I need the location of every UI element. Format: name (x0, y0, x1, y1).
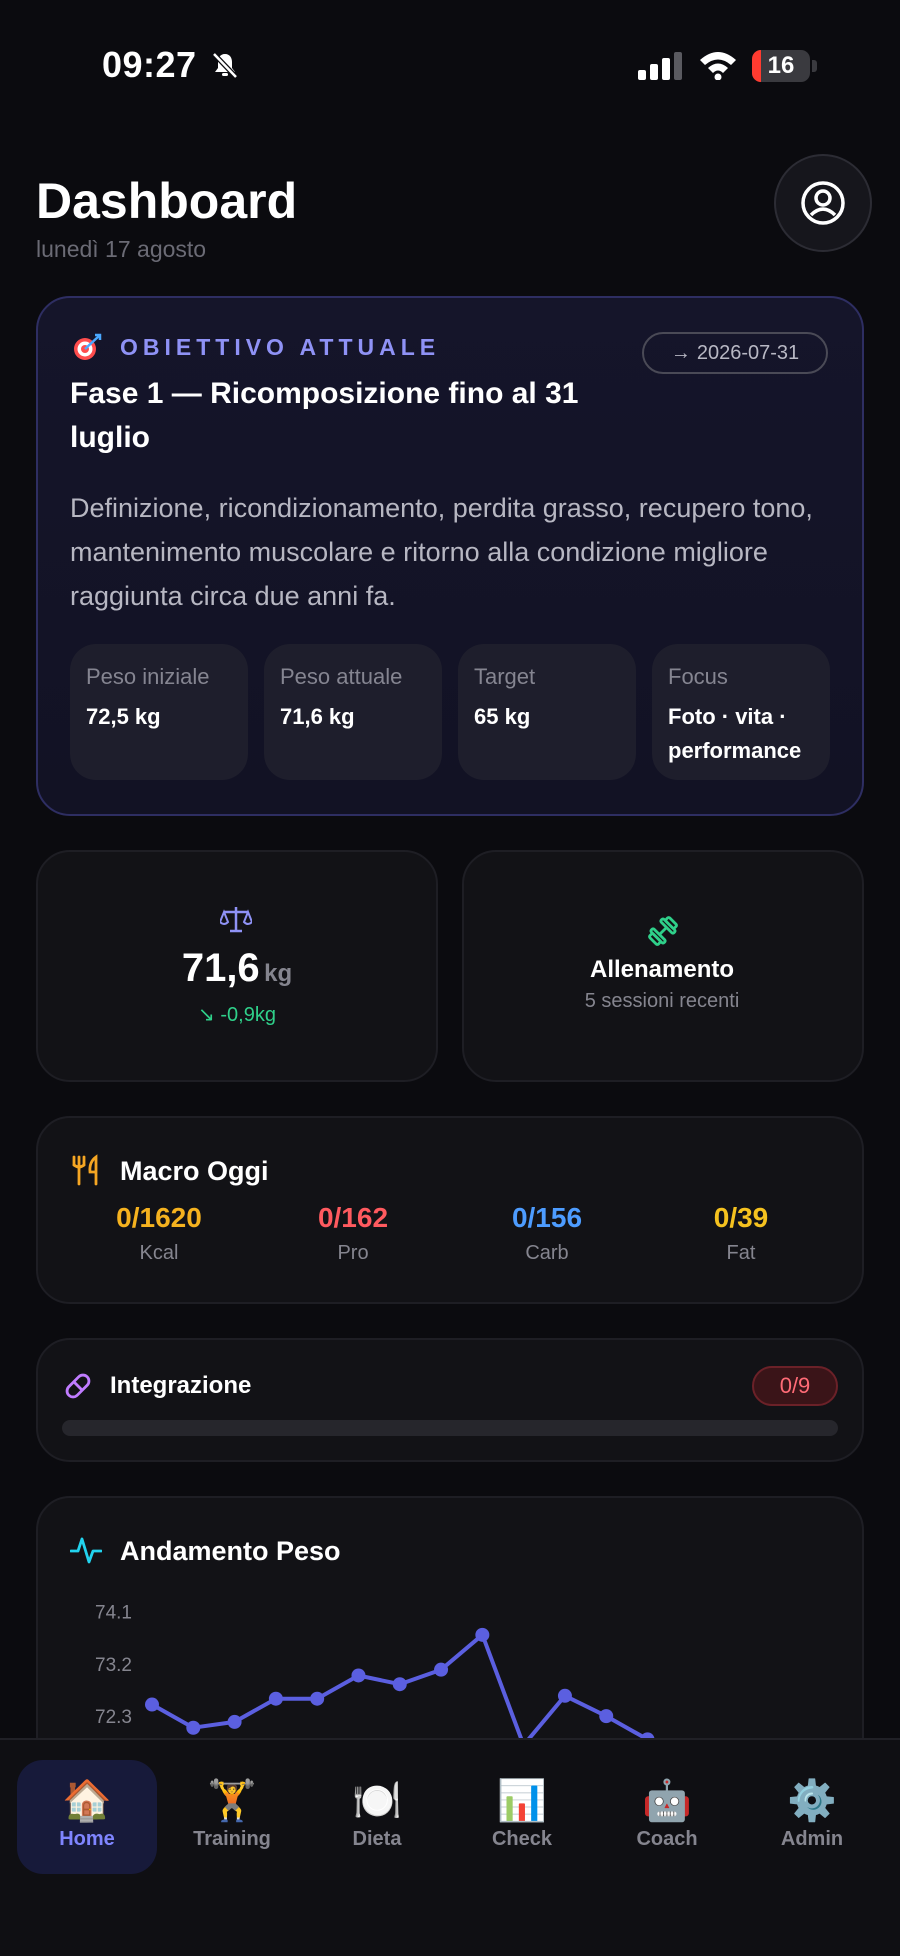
gear-icon: ⚙️ (787, 1779, 837, 1823)
data-point[interactable] (145, 1697, 159, 1712)
tab-dieta[interactable]: 🍽️ Dieta (307, 1760, 447, 1874)
data-point[interactable] (434, 1662, 449, 1677)
data-point[interactable] (186, 1720, 201, 1735)
tab-label: Admin (780, 1828, 844, 1850)
tab-training[interactable]: 🏋️ Training (162, 1760, 302, 1874)
tab-label: Check (491, 1828, 553, 1850)
chart-title: Andamento Peso (120, 1536, 341, 1566)
data-point[interactable] (310, 1691, 325, 1706)
y-tick-label: 72.3 (95, 1707, 132, 1728)
chart-clip: Andamento Peso 74.1 73.2 72.3 (0, 0, 900, 1738)
data-point[interactable] (392, 1677, 407, 1692)
data-point[interactable] (227, 1714, 242, 1729)
data-point[interactable] (599, 1709, 614, 1724)
tab-admin[interactable]: ⚙️ Admin (742, 1760, 882, 1874)
data-point[interactable] (268, 1691, 283, 1706)
bar-chart-icon: 📊 (497, 1779, 547, 1823)
data-point[interactable] (351, 1668, 366, 1683)
home-icon: 🏠 (62, 1779, 112, 1823)
y-tick-label: 74.1 (95, 1603, 132, 1624)
weightlifter-icon: 🏋️ (207, 1779, 257, 1823)
tab-bar: 🏠 Home 🏋️ Training 🍽️ Dieta 📊 Check 🤖 Co… (0, 1738, 900, 1956)
plate-icon: 🍽️ (352, 1779, 402, 1823)
tab-label: Coach (636, 1828, 698, 1850)
activity-icon (70, 1537, 102, 1564)
tab-label: Home (59, 1828, 115, 1850)
tab-check[interactable]: 📊 Check (452, 1760, 592, 1874)
tab-coach[interactable]: 🤖 Coach (597, 1760, 737, 1874)
weight-line-chart: 74.1 73.2 72.3 (95, 1603, 655, 1738)
tab-label: Training (193, 1828, 271, 1850)
series-line (151, 1632, 649, 1738)
data-point[interactable] (475, 1627, 490, 1642)
data-point[interactable] (557, 1688, 572, 1703)
tab-label: Dieta (352, 1828, 402, 1850)
robot-icon: 🤖 (642, 1779, 692, 1823)
y-tick-label: 73.2 (95, 1655, 132, 1676)
tab-home[interactable]: 🏠 Home (17, 1760, 157, 1874)
